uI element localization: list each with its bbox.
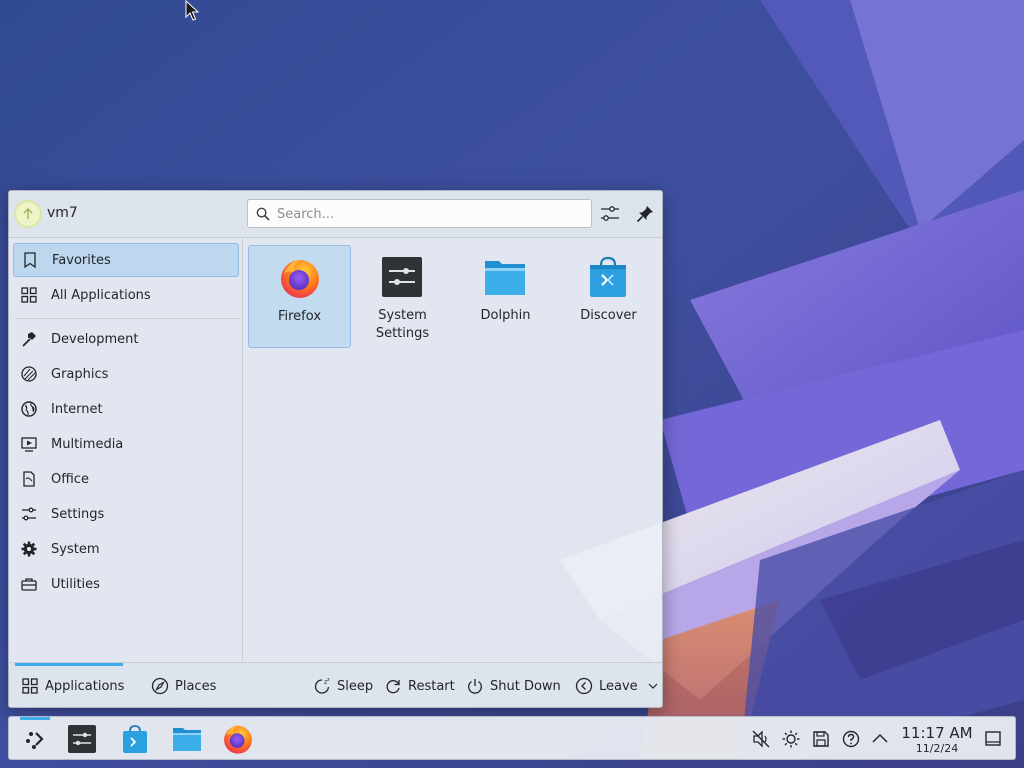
favorite-label: System Settings xyxy=(375,308,430,341)
avatar[interactable] xyxy=(14,200,42,228)
system-settings-icon[interactable] xyxy=(65,722,99,756)
media-icon xyxy=(21,437,37,452)
document-icon xyxy=(23,471,35,487)
folder-icon xyxy=(485,261,525,295)
save-disk-icon[interactable] xyxy=(811,729,831,749)
tab-label: Places xyxy=(175,678,217,694)
bookmark-icon xyxy=(24,252,36,269)
user-icon xyxy=(23,208,33,219)
system-settings-icon xyxy=(382,257,422,297)
clock-time[interactable]: 11:17 AM xyxy=(899,724,975,742)
discover-bag-icon xyxy=(590,256,626,297)
grid-icon xyxy=(22,678,38,694)
sidebar-item-multimedia[interactable]: Multimedia xyxy=(13,427,239,461)
search-icon xyxy=(256,207,270,221)
action-label: Sleep xyxy=(337,678,374,694)
brightness-icon[interactable] xyxy=(781,729,801,749)
sidebar-item-label: Utilities xyxy=(51,576,100,592)
leave-icon xyxy=(575,677,593,695)
favorite-system-settings[interactable]: System Settings xyxy=(351,245,454,348)
sleep-button[interactable]: z z Sleep xyxy=(313,675,373,697)
search-placeholder: Search... xyxy=(277,207,335,222)
tab-places[interactable]: Places xyxy=(151,675,216,697)
favorite-label: Firefox xyxy=(277,309,322,324)
firefox-icon[interactable] xyxy=(221,722,255,756)
restart-button[interactable]: Restart xyxy=(384,675,455,697)
active-tab-indicator xyxy=(15,663,123,666)
kde-launcher-icon[interactable] xyxy=(18,722,52,756)
configure-sliders-icon[interactable] xyxy=(599,203,621,225)
sidebar-item-label: Favorites xyxy=(52,252,111,268)
sidebar-item-office[interactable]: Office xyxy=(13,462,239,496)
muted-speaker-icon[interactable] xyxy=(751,729,771,749)
firefox-icon xyxy=(281,260,319,298)
launcher-active-indicator xyxy=(20,717,50,720)
leave-button[interactable]: Leave xyxy=(575,675,658,697)
clock-date[interactable]: 11/2/24 xyxy=(899,742,975,755)
show-desktop-icon[interactable] xyxy=(983,729,1003,749)
favorite-label: Discover xyxy=(580,308,637,323)
sidebar-item-development[interactable]: Development xyxy=(13,322,239,356)
globe-icon xyxy=(21,401,37,417)
sidebar-item-label: Graphics xyxy=(51,366,109,382)
sidebar-item-all-applications[interactable]: All Applications xyxy=(13,278,239,312)
sidebar-item-internet[interactable]: Internet xyxy=(13,392,239,426)
sidebar-item-label: All Applications xyxy=(51,287,151,303)
sidebar-item-graphics[interactable]: Graphics xyxy=(13,357,239,391)
grid-icon xyxy=(21,287,37,303)
sidebar-item-label: System xyxy=(51,541,100,557)
action-label: Leave xyxy=(599,678,638,694)
chevron-down-icon xyxy=(648,683,658,689)
mouse-cursor-icon xyxy=(185,0,199,21)
gear-icon xyxy=(21,541,37,557)
favorite-dolphin[interactable]: Dolphin xyxy=(454,245,557,348)
sidebar-item-utilities[interactable]: Utilities xyxy=(13,567,239,601)
hammer-icon xyxy=(22,332,36,347)
restart-icon xyxy=(386,680,400,694)
action-label: Shut Down xyxy=(490,678,561,694)
folder-icon[interactable] xyxy=(170,722,204,756)
tab-label: Applications xyxy=(45,678,125,694)
sidebar-divider xyxy=(15,318,239,319)
username-label: vm7 xyxy=(47,205,78,221)
tab-applications[interactable]: Applications xyxy=(21,675,124,697)
sidebar-item-label: Office xyxy=(51,471,89,487)
category-sidebar: Favorites All Applications Development G… xyxy=(9,238,243,662)
shut-down-button[interactable]: Shut Down xyxy=(466,675,561,697)
taskbar-panel: 11:17 AM 11/2/24 xyxy=(8,716,1016,760)
favorite-label: Dolphin xyxy=(480,308,531,323)
toolbox-icon xyxy=(21,578,37,591)
sidebar-item-system[interactable]: System xyxy=(13,532,239,566)
sidebar-item-label: Development xyxy=(51,331,139,347)
favorite-discover[interactable]: Discover xyxy=(557,245,660,348)
action-label: Restart xyxy=(408,678,455,694)
discover-bag-icon[interactable] xyxy=(118,722,152,756)
sliders-icon xyxy=(22,507,36,521)
compass-icon xyxy=(151,677,169,695)
sidebar-item-label: Settings xyxy=(51,506,105,522)
search-input[interactable]: Search... xyxy=(247,199,592,228)
power-icon xyxy=(468,679,482,694)
pin-icon[interactable] xyxy=(634,203,656,225)
svg-text:z: z xyxy=(327,677,330,683)
sidebar-item-label: Multimedia xyxy=(51,436,124,452)
sidebar-item-settings[interactable]: Settings xyxy=(13,497,239,531)
launcher-header: vm7 Search... xyxy=(9,191,662,238)
favorite-firefox[interactable]: Firefox xyxy=(248,245,351,348)
launcher-footer: Applications Places z z Sleep Restart Sh… xyxy=(9,662,662,707)
application-launcher-menu: vm7 Search... Favorites All Applications… xyxy=(8,190,663,708)
sidebar-item-favorites[interactable]: Favorites xyxy=(13,243,239,277)
help-circle-icon[interactable] xyxy=(841,729,861,749)
chevron-up-icon[interactable] xyxy=(870,729,890,749)
palette-icon xyxy=(21,366,37,382)
sidebar-item-label: Internet xyxy=(51,401,103,417)
sleep-icon: z z xyxy=(314,677,330,694)
